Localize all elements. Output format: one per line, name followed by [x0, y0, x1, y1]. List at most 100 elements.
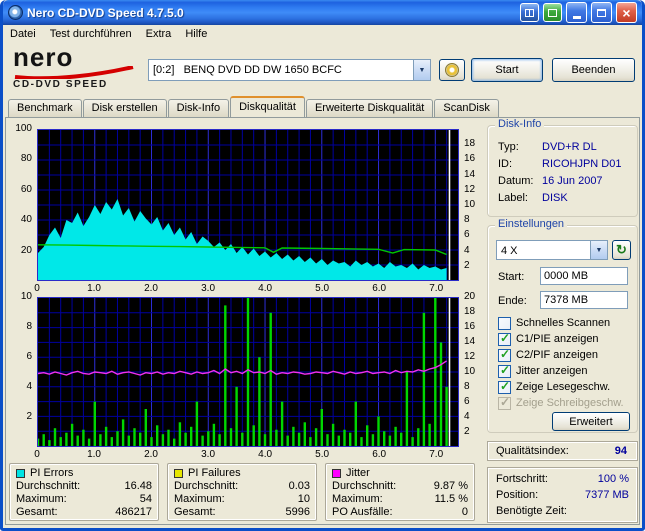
window-title: Nero CD-DVD Speed 4.7.5.0	[27, 5, 184, 20]
stat-value: 10	[297, 493, 310, 505]
pi-errors-chart: 100 80 60 40 20 18 16 14 12 10 8 6 4 2 0 1.0 2.0 3.0 4.0…	[7, 122, 485, 295]
pi-failures-chart: 10 8 6 4 2 20 18 16 14 12 10 8 6 4 2 0 1.0 2.0 3.0 4.0 5.0…	[7, 290, 485, 461]
checkbox-label: Zeige Lesegeschw.	[516, 381, 611, 393]
stat-value: 16.48	[124, 480, 152, 492]
tab-strip: Benchmark Disk erstellen Disk-Info Diskq…	[8, 96, 500, 117]
jitter-stats: Jitter Durchschnitt: 9.87 % Maximum: 11.5 …	[325, 463, 475, 521]
disk-id-label: ID:	[498, 158, 513, 170]
tab-scandisk[interactable]: ScanDisk	[434, 99, 499, 117]
pi-failures-x-axis: 0 1.0 2.0 3.0 4.0 5.0 6.0 7.0	[34, 449, 444, 460]
stats-title-text: PI Errors	[30, 467, 74, 479]
quality-index-panel: Qualitätsindex: 94	[487, 441, 638, 461]
checkbox-box: ✓	[498, 346, 511, 362]
quality-index-label: Qualitätsindex:	[496, 445, 569, 457]
check-icon: ✓	[500, 394, 511, 409]
disk-type-value: DVD+R DL	[542, 141, 597, 153]
check-icon: ✓	[500, 330, 511, 345]
start-mb-input[interactable]	[540, 267, 628, 285]
settings-group: Einstellungen 4 X ▼ ↻ Start: Ende: Schne…	[487, 218, 638, 433]
disk-info-title: Disk-Info	[495, 118, 545, 130]
titlebar-tool-button-1[interactable]	[520, 3, 539, 22]
stat-value: 54	[139, 493, 152, 505]
start-button[interactable]: Start	[471, 58, 543, 82]
pi-errors-svg	[38, 130, 458, 280]
checkbox-label: C2/PIF anzeigen	[516, 349, 598, 361]
checkbox-schreibgeschw: ✓ Zeige Schreibgeschw.	[498, 394, 633, 410]
tab-diskqualitaet[interactable]: Diskqualität	[230, 96, 305, 117]
titlebar-tool-button-2[interactable]	[543, 3, 562, 22]
jitter-swatch	[332, 468, 341, 478]
disk-label-value: DISK	[542, 192, 568, 204]
advanced-button[interactable]: Erweitert	[552, 412, 630, 431]
pi-errors-left-axis: 100 80 60 40 20	[15, 122, 32, 256]
checkbox-jitter[interactable]: ✓ Jitter anzeigen	[498, 362, 633, 378]
close-button[interactable]: ×	[616, 2, 637, 23]
stat-label: Durchschnitt:	[174, 480, 239, 492]
quit-button[interactable]: Beenden	[552, 58, 635, 82]
stat-value: 11.5 %	[434, 493, 468, 505]
pi-failures-left-axis: 10 8 6 4 2	[20, 290, 32, 422]
checkbox-label: Zeige Schreibgeschw.	[516, 397, 624, 409]
check-icon: ✓	[500, 362, 511, 377]
chevron-down-icon[interactable]: ▼	[413, 60, 430, 80]
checkbox-c1-pie[interactable]: ✓ C1/PIE anzeigen	[498, 330, 633, 346]
checkbox-box: ✓	[498, 378, 511, 394]
stat-label: Durchschnitt:	[16, 480, 81, 492]
stat-label: Maximum:	[332, 493, 383, 505]
maximize-icon	[597, 8, 606, 17]
stat-row: Gesamt: 486217	[10, 506, 158, 519]
end-mb-input[interactable]	[540, 291, 628, 309]
eject-disc-button[interactable]	[439, 59, 465, 81]
stats-title-text: Jitter	[346, 467, 370, 479]
maximize-button[interactable]	[591, 2, 612, 23]
progress-label: Fortschritt:	[496, 473, 548, 485]
stat-value: 486217	[115, 506, 152, 518]
drive-select[interactable]: [0:2] BENQ DVD DD DW 1650 BCFC ▼	[148, 59, 431, 81]
checkbox-box: ✓	[498, 330, 511, 346]
stat-row: Maximum: 54	[10, 493, 158, 506]
position-label: Position:	[496, 489, 539, 501]
check-icon: ✓	[500, 346, 511, 361]
check-icon: ✓	[500, 378, 511, 393]
close-icon: ×	[622, 4, 631, 21]
speed-select[interactable]: 4 X ▼	[496, 240, 608, 260]
menu-extra[interactable]: Extra	[139, 25, 179, 44]
elapsed-time-row: Benötigte Zeit:	[496, 504, 629, 519]
checkbox-c2-pif[interactable]: ✓ C2/PIF anzeigen	[498, 346, 633, 362]
nero-logo: nero CD-DVD SPEED	[13, 44, 145, 93]
stats-title-text: PI Failures	[188, 467, 241, 479]
quality-index-value: 94	[614, 445, 627, 457]
start-mb-label: Start:	[498, 271, 525, 283]
stat-label: PO Ausfälle:	[332, 506, 393, 518]
pi-errors-right-axis: 18 16 14 12 10 8 6 4 2	[464, 138, 476, 271]
stat-label: Maximum:	[174, 493, 225, 505]
tab-disk-erstellen[interactable]: Disk erstellen	[82, 99, 167, 117]
disk-date-value: 16 Jun 2007	[542, 175, 603, 187]
disk-info-row: Label: DISK	[498, 191, 631, 205]
tab-benchmark[interactable]: Benchmark	[8, 99, 82, 117]
disk-info-row: ID: RICOHJPN D01	[498, 157, 631, 171]
stat-label: Maximum:	[16, 493, 67, 505]
stat-row: Durchschnitt: 0.03	[168, 480, 316, 493]
menu-hilfe[interactable]: Hilfe	[178, 25, 214, 44]
refresh-speed-button[interactable]: ↻	[612, 240, 631, 260]
stat-row: Gesamt: 5996	[168, 506, 316, 519]
stat-value: 0.03	[288, 480, 310, 492]
minimize-button[interactable]	[566, 2, 587, 23]
pi-failures-plot	[37, 297, 459, 447]
checkbox-schnelles-scannen[interactable]: Schnelles Scannen	[498, 316, 633, 330]
checkbox-box: ✓	[498, 394, 511, 410]
titlebar[interactable]: Nero CD-DVD Speed 4.7.5.0 ×	[3, 0, 642, 25]
disk-info-group: Disk-Info Typ: DVD+R DL ID: RICOHJPN D01 D…	[487, 118, 638, 217]
minimize-icon	[572, 15, 581, 19]
pi-errors-stats: PI Errors Durchschnitt: 16.48 Maximum: 54 …	[9, 463, 159, 521]
stat-row: Durchschnitt: 16.48	[10, 480, 158, 493]
position-value: 7377 MB	[584, 489, 629, 501]
pi-failures-stats: PI Failures Durchschnitt: 0.03 Maximum: 10…	[167, 463, 317, 521]
pi-failures-stats-title: PI Failures	[168, 464, 316, 480]
tab-erweiterte-diskqualitaet[interactable]: Erweiterte Diskqualität	[305, 99, 434, 117]
position-row: Position: 7377 MB	[496, 488, 629, 503]
checkbox-lesegeschw[interactable]: ✓ Zeige Lesegeschw.	[498, 378, 633, 394]
chevron-down-icon[interactable]: ▼	[590, 241, 607, 259]
tab-disk-info[interactable]: Disk-Info	[167, 99, 230, 117]
